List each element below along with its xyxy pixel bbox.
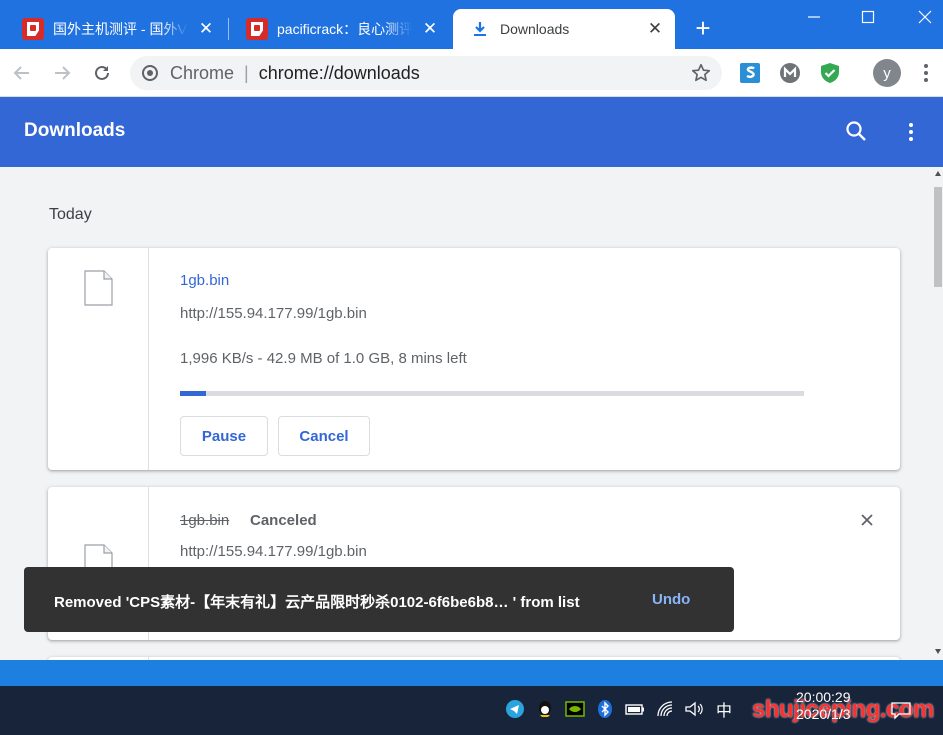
desktop-band bbox=[0, 660, 943, 686]
tab-downloads[interactable]: Downloads ✕ bbox=[453, 9, 675, 49]
file-url-link[interactable]: http://155.94.177.99/1gb.bin bbox=[180, 543, 367, 560]
tab-pacificrack[interactable]: pacificrack：良心测评 ✕ bbox=[230, 9, 450, 49]
telegram-icon[interactable] bbox=[505, 699, 525, 719]
notification-center-icon[interactable] bbox=[890, 699, 912, 721]
more-actions-icon[interactable] bbox=[903, 120, 919, 144]
tab-close-icon[interactable]: ✕ bbox=[420, 19, 440, 39]
browser-menu-icon[interactable] bbox=[918, 62, 934, 84]
maximize-icon[interactable] bbox=[854, 4, 882, 30]
omnibox-scheme: Chrome bbox=[170, 62, 235, 83]
bluetooth-icon[interactable] bbox=[595, 699, 615, 719]
bookmark-star-icon[interactable] bbox=[690, 62, 712, 84]
extension-s-icon[interactable] bbox=[739, 62, 761, 84]
remove-from-list-icon[interactable] bbox=[856, 509, 878, 531]
file-url-link[interactable]: http://155.94.177.99/1gb.bin bbox=[180, 305, 367, 322]
system-tray: 中 shujiceping.com 20:00:29 2020/1/3 bbox=[0, 686, 943, 735]
download-status: 1,996 KB/s - 42.9 MB of 1.0 GB, 8 mins l… bbox=[180, 350, 467, 367]
tab-title: pacificrack：良心测评 bbox=[277, 21, 412, 37]
tab-close-icon[interactable]: ✕ bbox=[645, 19, 665, 39]
extension-shield-icon[interactable] bbox=[819, 62, 841, 84]
tab-separator bbox=[228, 18, 229, 40]
wifi-icon[interactable] bbox=[655, 699, 675, 719]
page-title: Downloads bbox=[24, 120, 126, 141]
tab-guowai[interactable]: 国外主机测评 - 国外VPS， ✕ bbox=[6, 9, 226, 49]
browser-toolbar: Chrome | chrome://downloads y bbox=[0, 49, 943, 97]
undo-button[interactable]: Undo bbox=[652, 591, 690, 608]
omnibox-divider: | bbox=[244, 62, 249, 83]
tab-strip: 国外主机测评 - 国外VPS， ✕ pacificrack：良心测评 ✕ Dow… bbox=[0, 0, 943, 49]
tab-close-icon[interactable]: ✕ bbox=[196, 19, 216, 39]
download-progress-bar bbox=[180, 391, 804, 396]
window-close-icon[interactable] bbox=[911, 4, 939, 30]
reload-icon[interactable] bbox=[90, 61, 114, 85]
ime-indicator[interactable]: 中 bbox=[714, 699, 734, 720]
content-scrollbar[interactable] bbox=[933, 167, 943, 660]
download-item-active: 1gb.bin http://155.94.177.99/1gb.bin 1,9… bbox=[48, 248, 900, 470]
file-icon bbox=[84, 270, 113, 306]
qq-icon[interactable] bbox=[535, 699, 555, 719]
file-name-canceled: 1gb.bin bbox=[180, 512, 230, 529]
clock-date: 2020/1/3 bbox=[796, 706, 851, 722]
download-icon bbox=[469, 18, 491, 40]
new-tab-button[interactable]: + bbox=[690, 15, 716, 42]
scroll-up-icon[interactable] bbox=[935, 171, 941, 176]
file-icon-column bbox=[48, 248, 149, 470]
extension-m-icon[interactable] bbox=[779, 62, 801, 84]
site-favicon-icon bbox=[22, 18, 44, 40]
windows-taskbar: 中 shujiceping.com 20:00:29 2020/1/3 bbox=[0, 660, 943, 735]
removed-toast: Removed 'CPS素材-【年末有礼】云产品限时秒杀0102-6f6be6b… bbox=[24, 567, 734, 632]
chrome-page-icon bbox=[142, 65, 158, 81]
file-name-link[interactable]: 1gb.bin bbox=[180, 272, 229, 289]
download-progress-fill bbox=[180, 391, 207, 396]
minimize-icon[interactable] bbox=[800, 4, 828, 30]
battery-icon[interactable] bbox=[625, 699, 645, 719]
cancel-button[interactable]: Cancel bbox=[278, 416, 370, 456]
nvidia-icon[interactable] bbox=[565, 699, 585, 719]
forward-icon[interactable] bbox=[50, 61, 74, 85]
back-icon[interactable] bbox=[10, 61, 34, 85]
volume-icon[interactable] bbox=[684, 699, 704, 719]
search-icon[interactable] bbox=[844, 119, 868, 143]
downloads-header: Downloads bbox=[0, 97, 943, 167]
toast-message: Removed 'CPS素材-【年末有礼】云产品限时秒杀0102-6f6be6b… bbox=[54, 594, 580, 611]
tab-title: Downloads bbox=[500, 21, 570, 37]
scroll-down-icon[interactable] bbox=[935, 649, 941, 654]
site-favicon-icon bbox=[246, 18, 268, 40]
scrollbar-thumb[interactable] bbox=[934, 187, 942, 287]
clock-time: 20:00:29 bbox=[796, 689, 851, 705]
date-heading: Today bbox=[49, 206, 92, 223]
tab-title: 国外主机测评 - 国外VPS， bbox=[53, 21, 188, 37]
pause-button[interactable]: Pause bbox=[180, 416, 268, 456]
system-clock[interactable]: 20:00:29 2020/1/3 bbox=[796, 689, 851, 723]
omnibox-url: chrome://downloads bbox=[258, 62, 420, 83]
canceled-status: Canceled bbox=[250, 512, 317, 529]
omnibox[interactable]: Chrome | chrome://downloads bbox=[130, 56, 722, 90]
profile-avatar[interactable]: y bbox=[873, 59, 901, 87]
